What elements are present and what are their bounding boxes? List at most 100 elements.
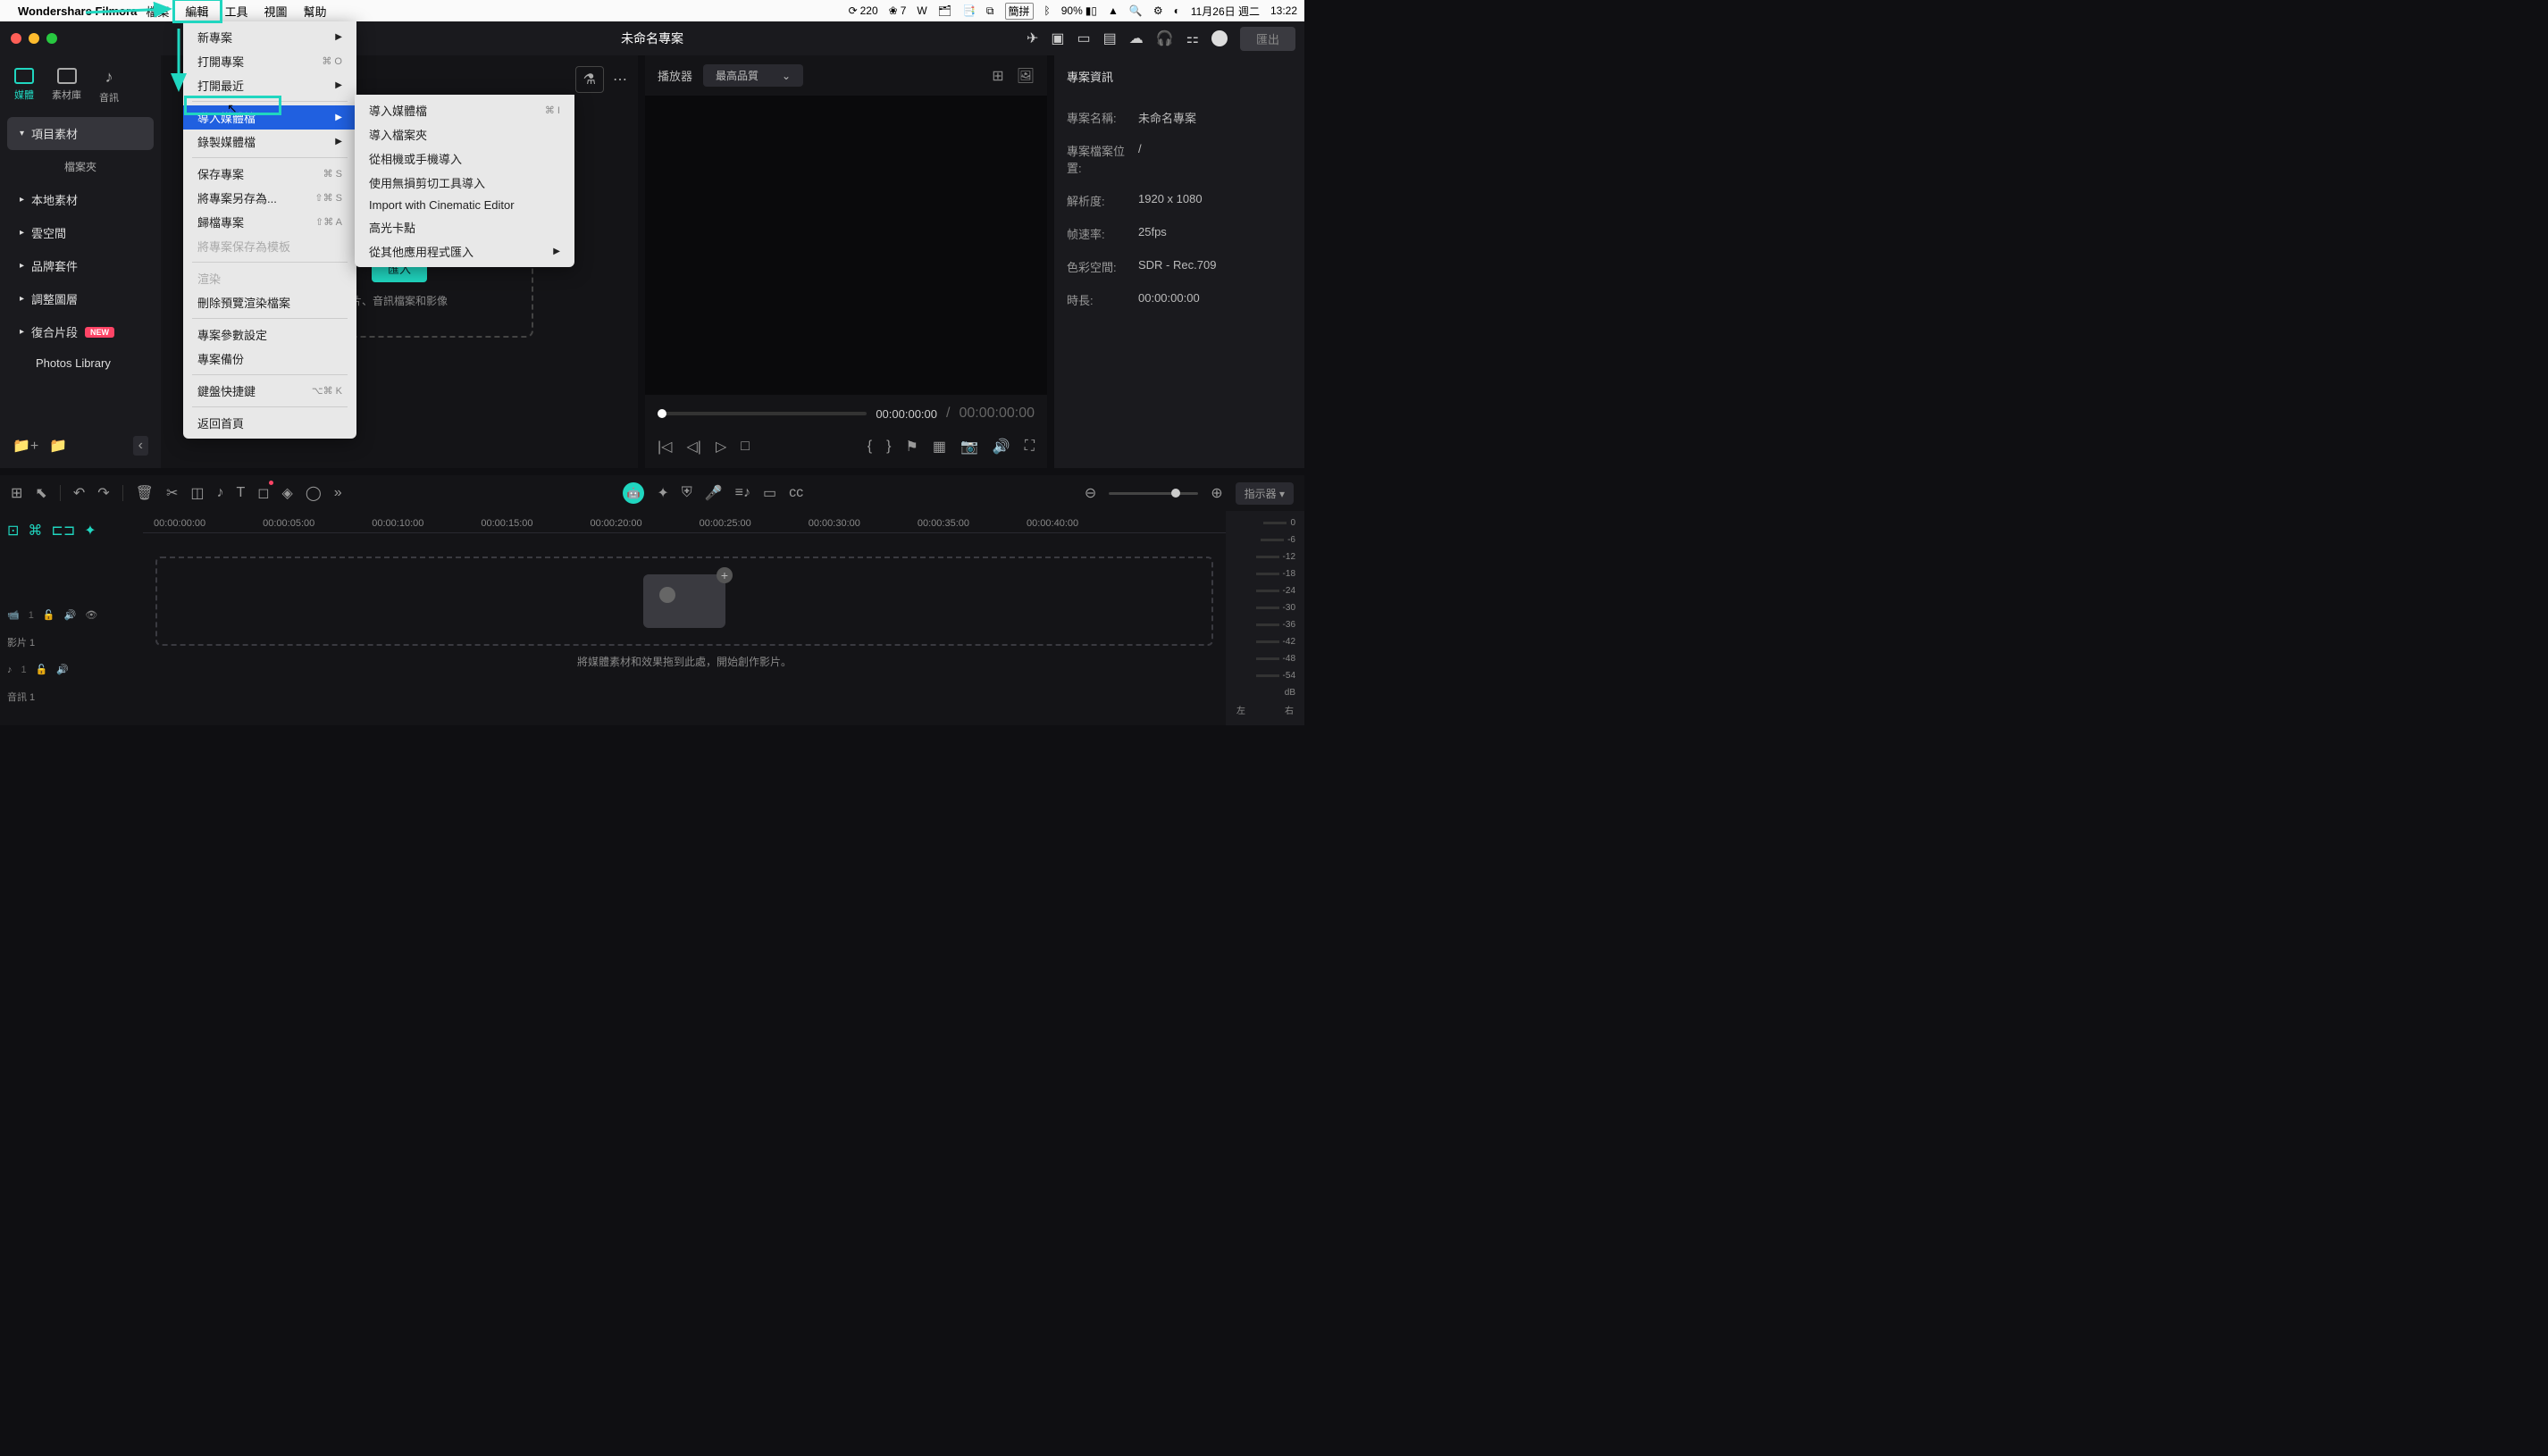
select-tool-icon[interactable]: ⬉ [35, 484, 46, 502]
step-back-button[interactable]: ◁| [686, 438, 700, 456]
new-folder-icon[interactable]: 📁+ [13, 437, 38, 455]
status-counter-1[interactable]: ⟳ 220 [849, 4, 878, 17]
fullscreen-icon[interactable]: ⛶ [1025, 439, 1035, 455]
filter-icon[interactable]: ⚗ [575, 66, 604, 93]
close-window-button[interactable] [11, 33, 21, 44]
maximize-window-button[interactable] [46, 33, 57, 44]
panel-icon-3[interactable]: ▤ [1103, 29, 1117, 47]
status-icon-w[interactable]: W [917, 4, 926, 17]
menubar-time[interactable]: 13:22 [1270, 4, 1297, 17]
text-tool-icon[interactable]: T [236, 485, 245, 501]
sidebar-item-cloud[interactable]: ▸雲空間 [7, 216, 154, 249]
status-input-method[interactable]: 簡拼 [1005, 3, 1034, 20]
wifi-icon[interactable]: ▲ [1108, 4, 1119, 17]
menu-import-media[interactable]: 導入媒體檔▶ [183, 105, 356, 130]
menubar-date[interactable]: 11月26日 週二 [1191, 4, 1260, 19]
prev-frame-button[interactable]: |◁ [658, 438, 672, 456]
folder-icon[interactable]: 📁 [49, 437, 67, 455]
app-name[interactable]: Wondershare Filmora [18, 4, 137, 18]
zoom-slider[interactable] [1109, 492, 1198, 495]
menu-project-backup[interactable]: 專案備份 [183, 347, 356, 371]
play-button[interactable]: ▷ [716, 438, 726, 456]
tl-tool-1-icon[interactable]: ⊡ [7, 522, 19, 540]
audio-tool-icon[interactable]: ≡♪ [735, 485, 750, 501]
menu-keyboard-shortcuts[interactable]: 鍵盤快捷鍵⌥⌘ K [183, 379, 356, 403]
delete-icon[interactable]: 🗑 [136, 484, 154, 502]
marker-icon[interactable]: ⚑ [905, 438, 918, 456]
sidebar-item-brand-kit[interactable]: ▸品牌套件 [7, 249, 154, 282]
menu-save-project[interactable]: 保存專案⌘ S [183, 162, 356, 186]
collapse-sidebar-button[interactable]: ‹ [133, 436, 148, 456]
zoom-in-icon[interactable]: ⊕ [1211, 484, 1222, 502]
submenu-import-cinematic[interactable]: Import with Cinematic Editor [355, 195, 574, 215]
eye-icon[interactable]: 👁 [85, 609, 97, 621]
status-wechat[interactable]: ❀ 7 [889, 4, 907, 17]
sidebar-item-adjustment[interactable]: ▸調整圖層 [7, 282, 154, 315]
panel-icon-2[interactable]: ▭ [1077, 29, 1090, 47]
menu-archive-project[interactable]: 歸檔專案⇧⌘ A [183, 210, 356, 234]
submenu-import-lossless[interactable]: 使用無損剪切工具導入 [355, 171, 574, 195]
track-header-video-1[interactable]: 📹1 🔓 🔊 👁 [7, 602, 136, 628]
mic-icon[interactable]: 🎤 [705, 484, 723, 502]
status-icon-windows[interactable]: ⧉ [986, 4, 994, 18]
volume-icon[interactable]: 🔊 [993, 438, 1010, 456]
share-icon[interactable]: ✈ [1027, 29, 1038, 47]
menu-new-project[interactable]: 新專案▶ [183, 25, 356, 49]
export-button[interactable]: 匯出 [1240, 27, 1295, 51]
image-view-icon[interactable]: 🖼 [1017, 67, 1035, 85]
snapshot-icon[interactable]: 📷 [960, 438, 978, 456]
menu-open-project[interactable]: 打開專案⌘ O [183, 49, 356, 73]
submenu-import-other-apps[interactable]: 從其他應用程式匯入▶ [355, 239, 574, 264]
menu-open-recent[interactable]: 打開最近▶ [183, 73, 356, 97]
subtitle-icon[interactable]: ▭ [763, 484, 776, 502]
sidebar-item-photos[interactable]: Photos Library [7, 348, 154, 378]
minimize-window-button[interactable] [29, 33, 39, 44]
effects-icon[interactable]: ◈ [282, 484, 293, 502]
submenu-import-folder[interactable]: 導入檔案夾 [355, 122, 574, 146]
timeline-drop-zone[interactable]: 將媒體素材和效果拖到此處，開始創作影片。 [155, 556, 1213, 646]
menu-file[interactable]: 檔案 [146, 3, 169, 20]
headphones-icon[interactable]: 🎧 [1156, 29, 1174, 47]
timeline-ruler[interactable]: 00:00:00:0000:00:05:0000:00:10:0000:00:1… [143, 515, 1226, 533]
panel-icon-1[interactable]: ▣ [1051, 29, 1064, 47]
more-tools-icon[interactable]: » [334, 485, 342, 501]
speaker-icon[interactable]: 🔊 [64, 609, 77, 621]
lock-icon[interactable]: 🔓 [36, 664, 48, 675]
sidebar-item-local[interactable]: ▸本地素材 [7, 183, 154, 216]
bluetooth-icon[interactable]: ᛒ [1044, 4, 1051, 17]
cc-icon[interactable]: cc [789, 485, 803, 501]
playback-scrubber[interactable] [658, 412, 867, 415]
menu-project-settings[interactable]: 專案參數設定 [183, 322, 356, 347]
timeline-tracks-area[interactable]: 00:00:00:0000:00:05:0000:00:10:0000:00:1… [143, 511, 1226, 725]
speaker-icon[interactable]: 🔊 [56, 664, 69, 675]
status-icon-card[interactable]: 🗂 [938, 4, 951, 17]
track-header-audio-1[interactable]: ♪1 🔓 🔊 [7, 657, 136, 682]
crop-icon[interactable]: ◫ [190, 484, 204, 502]
menu-record-media[interactable]: 錄製媒體檔▶ [183, 130, 356, 154]
sparkle-icon[interactable]: ✦ [657, 484, 668, 502]
indicator-dropdown[interactable]: 指示器 ▾ [1236, 482, 1294, 505]
nav-tab-stock[interactable]: 素材庫 [52, 68, 81, 105]
nav-tab-audio[interactable]: ♪ 音訊 [99, 68, 119, 105]
sidebar-item-compound[interactable]: ▸復合片段NEW [7, 315, 154, 348]
menu-view[interactable]: 視圖 [264, 3, 287, 20]
battery-status[interactable]: 90% ▮▯ [1061, 4, 1097, 17]
layout-icon[interactable]: ⊞ [11, 484, 22, 502]
zoom-out-icon[interactable]: ⊖ [1085, 484, 1096, 502]
menu-delete-render[interactable]: 刪除預覽渲染檔案 [183, 290, 356, 314]
tl-tool-magnet-icon[interactable]: ⊏⊐ [51, 522, 75, 540]
music-tool-icon[interactable]: ♪ [216, 485, 223, 501]
siri-icon[interactable]: ◐ [1174, 4, 1180, 17]
nav-tab-media[interactable]: 媒體 [14, 68, 34, 105]
submenu-highlight-cut[interactable]: 高光卡點 [355, 215, 574, 239]
menu-help[interactable]: 幫助 [303, 3, 326, 20]
mark-out-button[interactable]: } [886, 439, 891, 455]
quality-dropdown[interactable]: 最高品質⌄ [703, 64, 803, 87]
submenu-import-camera[interactable]: 從相機或手機導入 [355, 146, 574, 171]
submenu-import-media-files[interactable]: 導入媒體檔⌘ I [355, 98, 574, 122]
more-options-icon[interactable]: ⋯ [613, 71, 627, 88]
camera-icon[interactable]: 📹 [7, 609, 20, 621]
grid-view-icon[interactable]: ⊞ [992, 67, 1003, 85]
redo-button[interactable]: ↷ [97, 484, 109, 502]
menu-save-as[interactable]: 將專案另存為...⇧⌘ S [183, 186, 356, 210]
